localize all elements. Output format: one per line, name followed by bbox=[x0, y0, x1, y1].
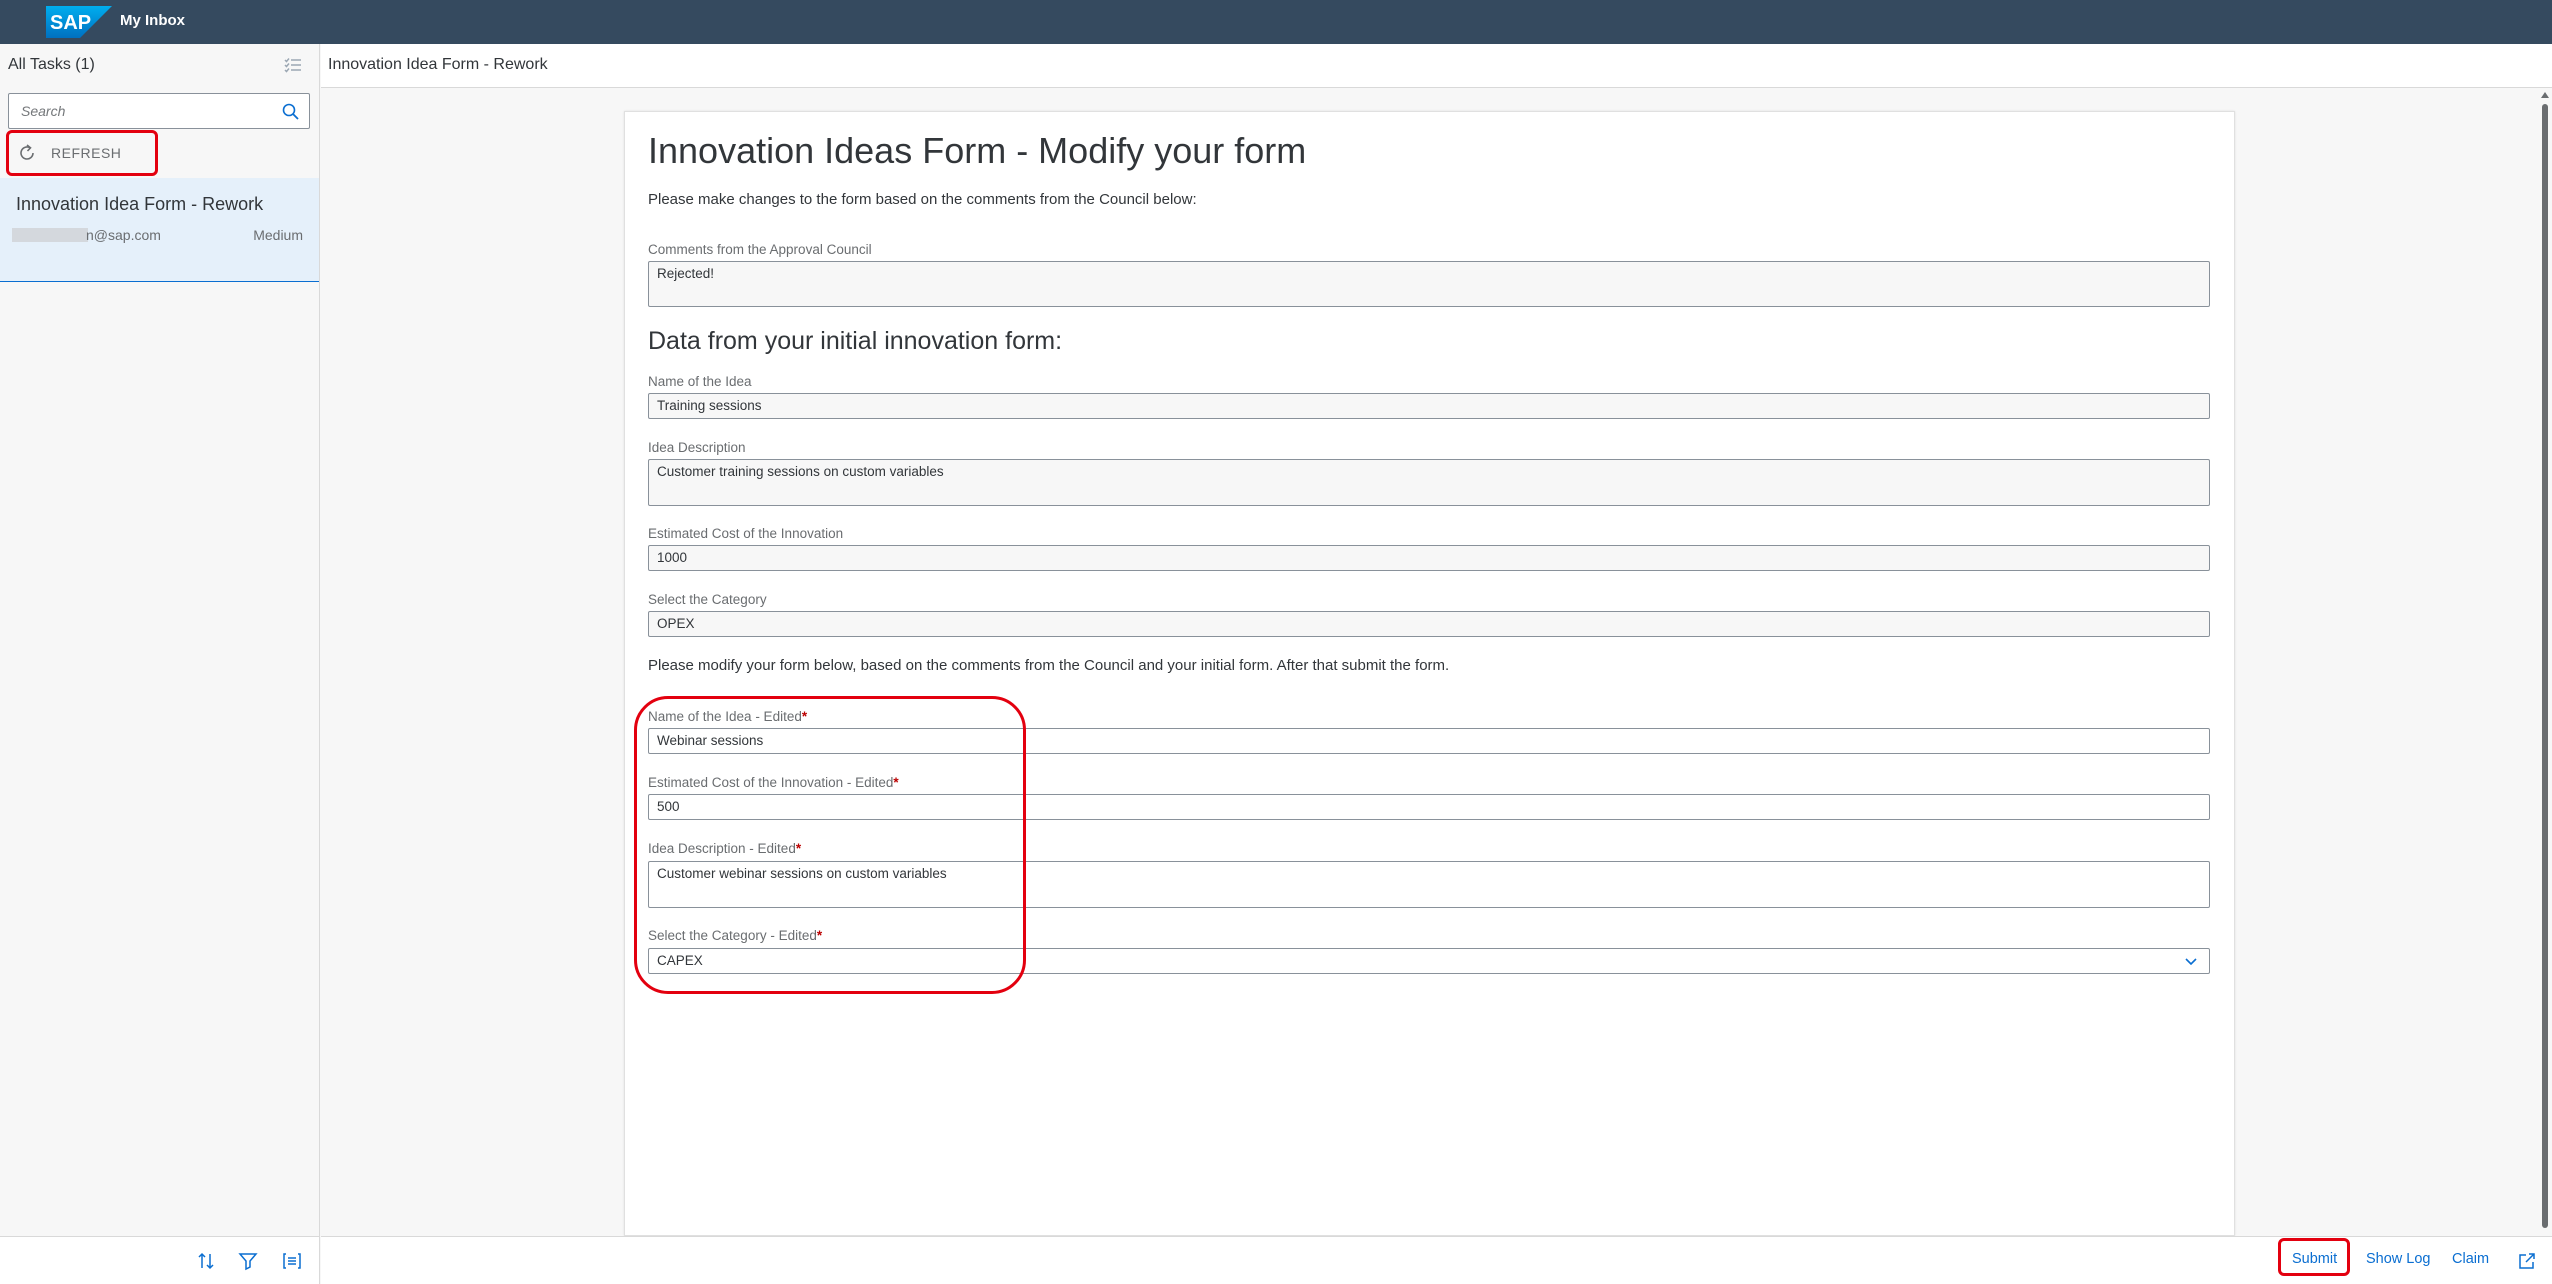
detail-title: Innovation Idea Form - Rework bbox=[328, 56, 548, 73]
cost-edited-value: 500 bbox=[657, 799, 680, 814]
cost-edited-input[interactable]: 500 bbox=[648, 794, 2210, 820]
description-value: Customer training sessions on custom var… bbox=[657, 464, 944, 479]
task-email: n@sap.com bbox=[86, 227, 161, 243]
shell-bar: SAP My Inbox bbox=[0, 0, 2552, 44]
app-title: My Inbox bbox=[120, 12, 186, 29]
cost-label: Estimated Cost of the Innovation bbox=[648, 526, 844, 541]
name-edited-value: Webinar sessions bbox=[657, 733, 764, 748]
name-value: Training sessions bbox=[657, 398, 762, 413]
description-edited-textarea[interactable]: Customer webinar sessions on custom vari… bbox=[648, 861, 2210, 908]
modify-instructions: Please modify your form below, based on … bbox=[648, 657, 1450, 674]
claim-button[interactable]: Claim bbox=[2452, 1251, 2489, 1267]
task-title: Innovation Idea Form - Rework bbox=[16, 194, 264, 214]
form-card: Innovation Ideas Form - Modify your form… bbox=[624, 111, 2235, 1236]
search-placeholder: Search bbox=[21, 103, 66, 119]
section-title: Data from your initial innovation form: bbox=[648, 327, 1063, 355]
description-label: Idea Description bbox=[648, 440, 746, 455]
master-footer bbox=[0, 1236, 320, 1284]
form-intro: Please make changes to the form based on… bbox=[648, 191, 1197, 208]
show-log-button[interactable]: Show Log bbox=[2366, 1251, 2431, 1267]
chevron-down-icon[interactable] bbox=[2183, 954, 2199, 970]
comments-label: Comments from the Approval Council bbox=[648, 242, 872, 257]
name-edited-label: Name of the Idea - Edited* bbox=[648, 709, 808, 724]
cost-edited-label: Estimated Cost of the Innovation - Edite… bbox=[648, 775, 899, 790]
comments-value: Rejected! bbox=[657, 266, 715, 281]
cost-field: 1000 bbox=[648, 545, 2210, 571]
description-field: Customer training sessions on custom var… bbox=[648, 459, 2210, 506]
form-title: Innovation Ideas Form - Modify your form bbox=[648, 130, 1307, 171]
detail-footer: Submit Show Log Claim bbox=[321, 1236, 2552, 1284]
name-label: Name of the Idea bbox=[648, 374, 752, 389]
open-new-window-icon[interactable] bbox=[2517, 1251, 2537, 1271]
required-marker: * bbox=[795, 841, 802, 856]
redacted-email bbox=[12, 228, 88, 242]
master-title: All Tasks (1) bbox=[8, 56, 95, 73]
cost-value: 1000 bbox=[657, 550, 688, 565]
filter-icon[interactable] bbox=[238, 1251, 258, 1271]
master-pane: All Tasks (1) Search REFRESH Innovation … bbox=[0, 44, 320, 1236]
svg-text:SAP: SAP bbox=[50, 12, 91, 34]
category-edited-select[interactable]: CAPEX bbox=[648, 948, 2210, 974]
category-label: Select the Category bbox=[648, 592, 767, 607]
sort-icon[interactable] bbox=[196, 1251, 216, 1271]
category-edited-label: Select the Category - Edited* bbox=[648, 928, 823, 943]
multi-select-icon[interactable] bbox=[283, 55, 303, 75]
name-field: Training sessions bbox=[648, 393, 2210, 419]
required-marker: * bbox=[801, 709, 808, 724]
submit-highlight bbox=[2278, 1238, 2350, 1276]
description-edited-value: Customer webinar sessions on custom vari… bbox=[657, 866, 947, 881]
comments-field: Rejected! bbox=[648, 261, 2210, 307]
detail-header: Innovation Idea Form - Rework bbox=[321, 44, 2552, 88]
refresh-label: REFRESH bbox=[51, 145, 122, 161]
search-icon[interactable] bbox=[281, 102, 301, 122]
name-edited-input[interactable]: Webinar sessions bbox=[648, 728, 2210, 754]
category-value: OPEX bbox=[657, 616, 695, 631]
required-marker: * bbox=[816, 928, 823, 943]
task-priority: Medium bbox=[253, 227, 303, 243]
refresh-icon bbox=[20, 144, 34, 160]
task-list-item[interactable]: Innovation Idea Form - Rework n@sap.com … bbox=[0, 178, 319, 282]
scroll-up-arrow[interactable] bbox=[2541, 92, 2549, 98]
refresh-button[interactable]: REFRESH bbox=[6, 130, 158, 176]
description-edited-label: Idea Description - Edited* bbox=[648, 841, 802, 856]
category-edited-value: CAPEX bbox=[657, 953, 703, 968]
required-marker: * bbox=[893, 775, 899, 790]
search-field[interactable]: Search bbox=[8, 93, 310, 129]
master-header: All Tasks (1) bbox=[0, 44, 319, 86]
category-field: OPEX bbox=[648, 611, 2210, 637]
group-icon[interactable] bbox=[282, 1251, 302, 1271]
scroll-thumb[interactable] bbox=[2542, 104, 2548, 1228]
detail-scrollbar[interactable] bbox=[2540, 92, 2550, 1232]
sap-logo[interactable]: SAP bbox=[46, 6, 112, 38]
